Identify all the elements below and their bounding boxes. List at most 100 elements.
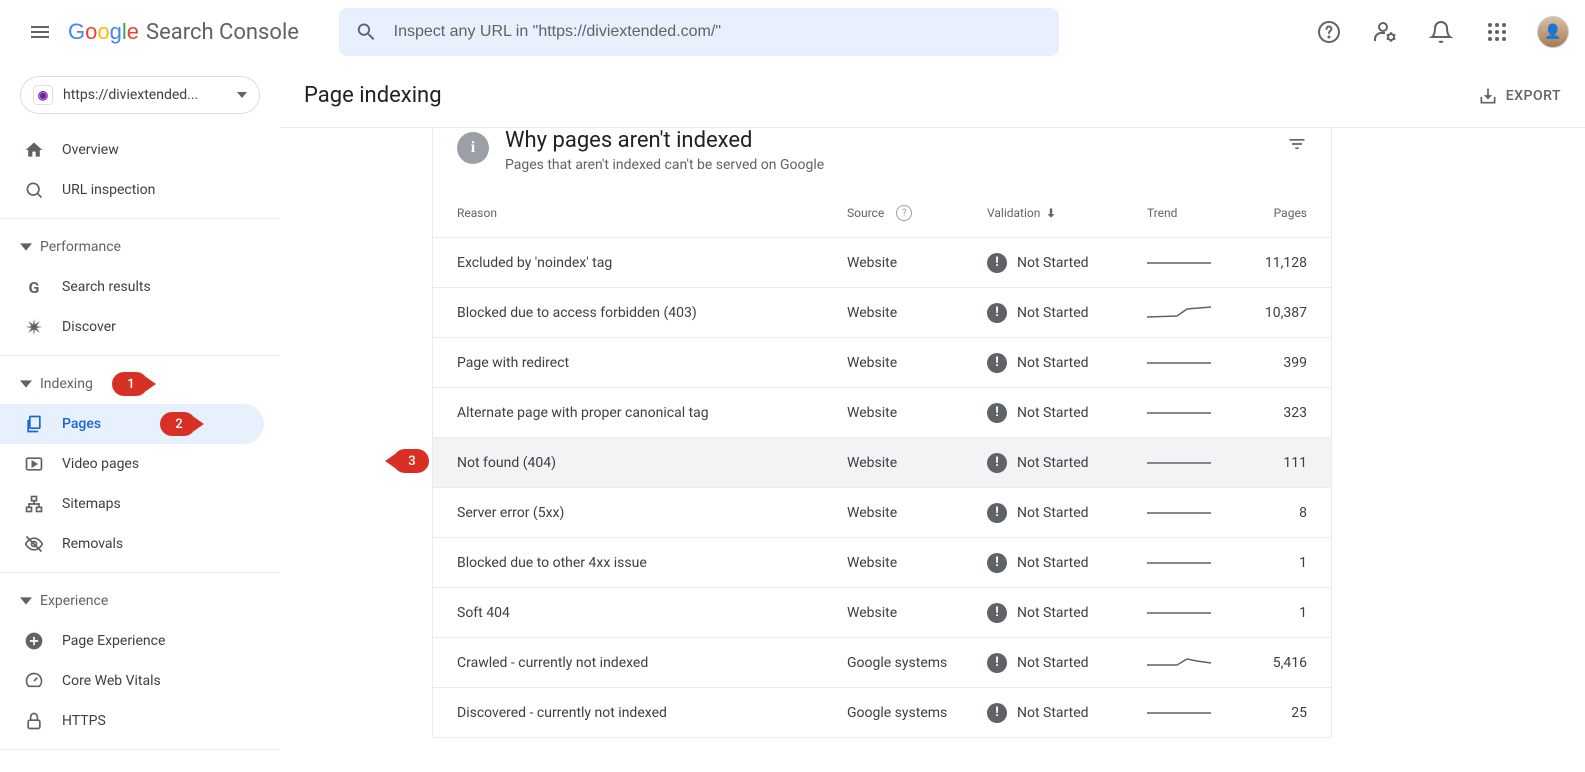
card-subtitle: Pages that aren't indexed can't be serve… bbox=[505, 157, 824, 173]
help-icon[interactable]: ? bbox=[896, 205, 912, 221]
trend-cell bbox=[1147, 651, 1237, 675]
property-selector[interactable]: ◉ https://diviextended... bbox=[20, 76, 260, 114]
google-logo-icon: Google bbox=[68, 20, 142, 44]
bell-icon bbox=[1429, 20, 1453, 44]
nav-label: Pages bbox=[62, 416, 101, 432]
section-experience[interactable]: Experience bbox=[0, 581, 280, 621]
trend-cell bbox=[1147, 701, 1237, 725]
sparkline-icon bbox=[1147, 401, 1211, 421]
nav-removals[interactable]: Removals bbox=[0, 524, 264, 564]
property-icon: ◉ bbox=[33, 85, 53, 105]
logo[interactable]: Google Search Console bbox=[68, 20, 299, 45]
url-inspect-input[interactable] bbox=[394, 23, 1043, 41]
nav-discover[interactable]: Discover bbox=[0, 307, 264, 347]
sparkline-icon bbox=[1147, 251, 1211, 271]
table-row[interactable]: Page with redirectWebsite!Not Started399 bbox=[433, 337, 1331, 387]
property-label: https://diviextended... bbox=[63, 87, 237, 103]
nav-url-inspection[interactable]: URL inspection bbox=[0, 170, 264, 210]
col-header-pages[interactable]: Pages bbox=[1237, 206, 1307, 220]
col-header-validation[interactable]: Validation bbox=[987, 206, 1147, 220]
nav-pages[interactable]: Pages 2 bbox=[0, 404, 264, 444]
col-header-reason[interactable]: Reason bbox=[457, 206, 847, 220]
nav-video-pages[interactable]: Video pages bbox=[0, 444, 264, 484]
sort-arrow-icon bbox=[1044, 206, 1058, 220]
trend-cell bbox=[1147, 601, 1237, 625]
section-label: Performance bbox=[40, 239, 121, 255]
trend-cell bbox=[1147, 251, 1237, 275]
source-cell: Website bbox=[847, 305, 987, 321]
help-button[interactable] bbox=[1305, 8, 1353, 56]
table-row[interactable]: Blocked due to access forbidden (403)Web… bbox=[433, 287, 1331, 337]
apps-icon bbox=[1485, 20, 1509, 44]
card-title: Why pages aren't indexed bbox=[505, 128, 824, 153]
nav-label: Removals bbox=[62, 536, 123, 552]
google-g-icon: G bbox=[24, 277, 44, 297]
section-performance[interactable]: Performance bbox=[0, 227, 280, 267]
validation-cell: !Not Started bbox=[987, 553, 1147, 573]
notifications-button[interactable] bbox=[1417, 8, 1465, 56]
reason-cell: Excluded by 'noindex' tag bbox=[457, 255, 847, 271]
exclaim-icon: ! bbox=[987, 453, 1007, 473]
exclaim-icon: ! bbox=[987, 303, 1007, 323]
table-row[interactable]: Blocked due to other 4xx issueWebsite!No… bbox=[433, 537, 1331, 587]
sparkline-icon bbox=[1147, 501, 1211, 521]
reason-cell: Blocked due to access forbidden (403) bbox=[457, 305, 847, 321]
nav-core-web-vitals[interactable]: Core Web Vitals bbox=[0, 661, 264, 701]
validation-cell: !Not Started bbox=[987, 303, 1147, 323]
table-row[interactable]: Soft 404Website!Not Started1 bbox=[433, 587, 1331, 637]
exclaim-icon: ! bbox=[987, 253, 1007, 273]
exclaim-icon: ! bbox=[987, 403, 1007, 423]
validation-cell: !Not Started bbox=[987, 453, 1147, 473]
apps-button[interactable] bbox=[1473, 8, 1521, 56]
export-button[interactable]: EXPORT bbox=[1478, 86, 1561, 106]
section-indexing[interactable]: Indexing 1 bbox=[0, 364, 280, 404]
source-cell: Google systems bbox=[847, 655, 987, 671]
table-row[interactable]: Discovered - currently not indexedGoogle… bbox=[433, 687, 1331, 737]
nav-label: URL inspection bbox=[62, 182, 155, 198]
download-icon bbox=[1478, 86, 1498, 106]
exclaim-icon: ! bbox=[987, 353, 1007, 373]
pages-cell: 25 bbox=[1237, 705, 1307, 721]
section-label: Indexing bbox=[40, 376, 93, 392]
sparkline-icon bbox=[1147, 301, 1211, 321]
table-row[interactable]: Excluded by 'noindex' tagWebsite!Not Sta… bbox=[433, 237, 1331, 287]
reason-cell: Server error (5xx) bbox=[457, 505, 847, 521]
validation-cell: !Not Started bbox=[987, 353, 1147, 373]
chevron-down-icon bbox=[237, 92, 247, 98]
nav-label: Core Web Vitals bbox=[62, 673, 161, 689]
nav-search-results[interactable]: G Search results bbox=[0, 267, 264, 307]
sparkline-icon bbox=[1147, 701, 1211, 721]
lock-icon bbox=[24, 711, 44, 731]
pages-cell: 10,387 bbox=[1237, 305, 1307, 321]
exclaim-icon: ! bbox=[987, 603, 1007, 623]
page-title: Page indexing bbox=[304, 83, 442, 108]
annotation-badge-3: 3 bbox=[393, 449, 429, 473]
source-cell: Website bbox=[847, 355, 987, 371]
col-header-source[interactable]: Source? bbox=[847, 205, 987, 221]
exclaim-icon: ! bbox=[987, 503, 1007, 523]
table-row[interactable]: Crawled - currently not indexedGoogle sy… bbox=[433, 637, 1331, 687]
menu-button[interactable] bbox=[16, 8, 64, 56]
sitemap-icon bbox=[24, 494, 44, 514]
trend-cell bbox=[1147, 501, 1237, 525]
trend-cell bbox=[1147, 451, 1237, 475]
source-cell: Google systems bbox=[847, 705, 987, 721]
export-label: EXPORT bbox=[1506, 88, 1561, 104]
pages-cell: 11,128 bbox=[1237, 255, 1307, 271]
table-row[interactable]: Server error (5xx)Website!Not Started8 bbox=[433, 487, 1331, 537]
account-avatar[interactable]: 👤 bbox=[1537, 16, 1569, 48]
col-header-trend[interactable]: Trend bbox=[1147, 206, 1237, 220]
product-name: Search Console bbox=[146, 20, 299, 45]
filter-button[interactable] bbox=[1287, 134, 1307, 158]
nav-overview[interactable]: Overview bbox=[0, 130, 264, 170]
content-area: Page indexing EXPORT i Why pages aren't … bbox=[280, 64, 1585, 772]
exclaim-icon: ! bbox=[987, 553, 1007, 573]
manage-users-button[interactable] bbox=[1361, 8, 1409, 56]
nav-page-experience[interactable]: Page Experience bbox=[0, 621, 264, 661]
nav-https[interactable]: HTTPS bbox=[0, 701, 264, 741]
url-inspect-search[interactable] bbox=[339, 8, 1059, 56]
table-row[interactable]: Not found (404)Website!Not Started111 bbox=[433, 437, 1331, 487]
table-row[interactable]: Alternate page with proper canonical tag… bbox=[433, 387, 1331, 437]
nav-sitemaps[interactable]: Sitemaps bbox=[0, 484, 264, 524]
nav-label: Sitemaps bbox=[62, 496, 121, 512]
